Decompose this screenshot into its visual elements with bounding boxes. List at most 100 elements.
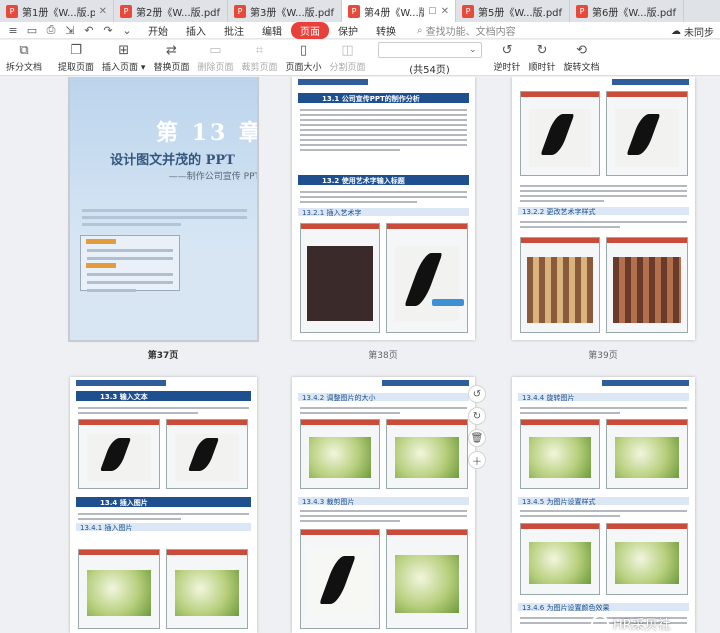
tab-doc-1[interactable]: P 第1册《W...版.pdf ✕ <box>0 0 114 22</box>
chevron-down-icon[interactable]: ⌄ <box>120 24 134 37</box>
menu-start[interactable]: 开始 <box>139 23 177 38</box>
delete-page-button[interactable]: ▭ 删除页面 <box>193 40 237 74</box>
subsection-title: 13.4.4 旋转图片 <box>522 394 575 402</box>
rotate-left-icon[interactable]: ↺ <box>468 385 486 403</box>
screenshot-figure <box>166 419 248 489</box>
body-text <box>300 191 467 206</box>
page-count: (共54页) <box>409 65 450 76</box>
pdf-icon: P <box>462 4 474 18</box>
screenshot-figure <box>606 91 688 176</box>
body-text <box>520 221 687 231</box>
page-thumbnail-38[interactable]: 13.1 公司宣传PPT的制作分析 13.2 使用艺术字输入标题 13.2.1 … <box>292 77 475 340</box>
replace-page-button[interactable]: ⇄ 替换页面 <box>149 40 193 74</box>
search-box[interactable]: ⌕ 查找功能、文档内容 <box>417 23 516 38</box>
page-thumbnail-41[interactable]: 13.4.2 调整图片的大小 13.4.3 裁剪图片 <box>292 377 475 633</box>
page-thumbnail-40[interactable]: 13.3 输入文本 13.4 插入图片 13.4.1 插入图片 <box>70 377 257 633</box>
tab-title: 第4册《W...版.pdf <box>364 7 424 19</box>
plus-icon[interactable]: ＋ <box>468 451 486 469</box>
tab-title: 第6册《W...版.pdf <box>592 7 677 19</box>
save-icon[interactable]: ▭ <box>25 24 39 37</box>
screenshot-figure <box>520 237 600 333</box>
tab-doc-5[interactable]: P 第5册《W...版.pdf <box>456 0 570 22</box>
pdf-icon: P <box>6 4 18 18</box>
page-thumbnail-42[interactable]: 13.4.4 旋转图片 13.4.5 为图片设置样式 13.4.6 为图片设置颜… <box>512 377 695 633</box>
subsection-title: 13.4.2 调整图片的大小 <box>302 394 376 402</box>
delete-label: 删除页面 <box>197 63 234 73</box>
print-icon[interactable]: ⎙ <box>44 23 58 36</box>
page-size-label: 页面大小 <box>285 63 322 73</box>
menu-comment[interactable]: 批注 <box>215 23 253 38</box>
redo-icon[interactable]: ↷ <box>101 24 115 37</box>
rotate-right-icon[interactable]: ↻ <box>468 407 486 425</box>
split-page-label: 分割页面 <box>329 63 366 73</box>
subsection-title: 13.4.6 为图片设置颜色效果 <box>522 604 610 612</box>
tab-doc-6[interactable]: P 第6册《W...版.pdf <box>570 0 684 22</box>
screenshot-figure <box>300 223 380 333</box>
page-label-39: 第39页 <box>588 351 618 361</box>
screenshot-figure <box>520 419 600 489</box>
crop-label: 裁剪页面 <box>241 63 278 73</box>
insert-page-icon: ⊞ <box>118 42 130 58</box>
rotate-right-icon: ↻ <box>536 42 548 58</box>
pin-icon[interactable]: ▢ <box>428 6 437 16</box>
search-hint-text: 查找功能、文档内容 <box>425 26 516 38</box>
close-icon[interactable]: ✕ <box>99 6 107 17</box>
split-document-button[interactable]: ⧉ 拆分文档 <box>2 40 46 74</box>
page-thumbnail-37[interactable]: 第 13 章 设计图文并茂的 PPT ——制作公司宣传 PPT <box>68 77 259 342</box>
menu-convert[interactable]: 转换 <box>367 23 405 38</box>
body-text <box>300 510 467 525</box>
insert-page-button[interactable]: ⊞ 插入页面 ▾ <box>98 40 149 74</box>
rotate-document-button[interactable]: ⟲ 旋转文档 <box>560 40 604 74</box>
sync-label: 未同步 <box>684 28 714 39</box>
screenshot-figure <box>300 419 380 489</box>
menu-bar: ≡ ▭ ⎙ ⇲ ↶ ↷ ⌄ 开始 插入 批注 编辑 页面 保护 转换 ⌕ 查找功… <box>0 21 720 39</box>
watermark: HR采贝社 <box>591 614 671 633</box>
menu-icon[interactable]: ≡ <box>6 24 20 37</box>
subsection-title: 13.2.1 插入艺术字 <box>302 209 362 217</box>
crop-icon: ⌗ <box>255 42 264 58</box>
body-text <box>300 407 467 417</box>
menu-protect[interactable]: 保护 <box>329 23 367 38</box>
wechat-icon <box>591 614 609 633</box>
page-size-icon: ▯ <box>299 42 308 58</box>
screenshot-figure <box>386 529 468 629</box>
split-page-button[interactable]: ◫ 分割页面 <box>326 40 370 74</box>
subsection-title: 13.4.5 为图片设置样式 <box>522 498 596 506</box>
tab-doc-3[interactable]: P 第3册《W...版.pdf <box>228 0 342 22</box>
menu-page[interactable]: 页面 <box>291 21 329 39</box>
page-select[interactable]: ⌄ <box>377 42 482 58</box>
page-size-button[interactable]: ▯ 页面大小 <box>281 40 325 74</box>
page-label-37: 第37页 <box>147 351 179 361</box>
menu-insert[interactable]: 插入 <box>177 23 215 38</box>
trash-icon[interactable]: 🗑 <box>468 429 486 447</box>
screenshot-figure <box>78 419 160 489</box>
rotate-cw-label: 顺时针 <box>528 63 556 73</box>
screenshot-figure <box>78 549 160 629</box>
page-header <box>382 380 469 386</box>
menu-edit[interactable]: 编辑 <box>253 23 291 38</box>
subsection-title: 13.4.3 裁剪图片 <box>302 498 355 506</box>
tab-doc-2[interactable]: P 第2册《W...版.pdf <box>114 0 228 22</box>
replace-label: 替换页面 <box>153 63 190 73</box>
split-icon: ⧉ <box>19 42 29 58</box>
rotate-cw-button[interactable]: ↻ 顺时针 <box>525 40 560 74</box>
replace-icon: ⇄ <box>165 42 177 58</box>
page-thumbnail-grid: 第 13 章 设计图文并茂的 PPT ——制作公司宣传 PPT 第37页 13.… <box>0 77 720 633</box>
body-text <box>520 185 687 205</box>
undo-icon[interactable]: ↶ <box>82 24 96 37</box>
page-header <box>76 380 166 386</box>
extract-pages-button[interactable]: ❐ 提取页面 <box>54 40 98 74</box>
page-thumbnail-39[interactable]: 13.2.2 更改艺术字样式 <box>512 77 695 340</box>
body-text <box>520 510 687 520</box>
sync-status[interactable]: ☁ 未同步 <box>671 24 714 39</box>
export-icon[interactable]: ⇲ <box>63 24 77 37</box>
rotate-ccw-button[interactable]: ↺ 逆时针 <box>490 40 525 74</box>
tab-doc-4[interactable]: P 第4册《W...版.pdf ▢ ✕ <box>342 0 456 22</box>
search-icon: ⌕ <box>417 24 423 36</box>
split-page-icon: ◫ <box>341 42 354 58</box>
callout <box>432 299 464 306</box>
thumbnail-side-tools: ↺ ↻ 🗑 ＋ <box>468 385 488 469</box>
screenshot-figure <box>606 237 688 333</box>
close-icon[interactable]: ✕ <box>441 6 449 17</box>
crop-page-button[interactable]: ⌗ 裁剪页面 <box>237 40 281 74</box>
